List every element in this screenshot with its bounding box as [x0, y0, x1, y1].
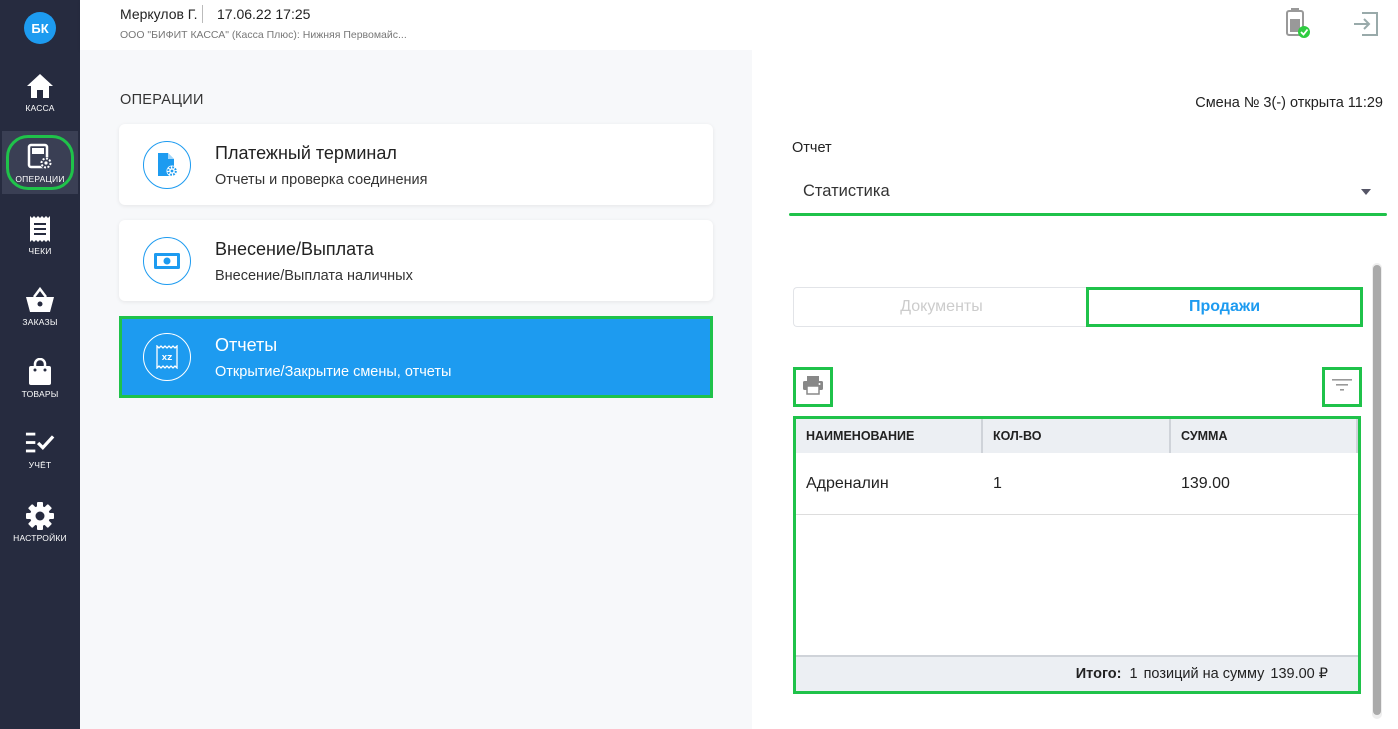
operation-card-cash-in-out[interactable]: Внесение/Выплата Внесение/Выплата наличн…	[119, 220, 713, 301]
operations-panel: ОПЕРАЦИИ Платежный терминал Отчеты и про…	[80, 50, 752, 729]
tab-sales[interactable]: Продажи	[1086, 287, 1363, 327]
header-datetime: 17.06.22 17:25	[217, 6, 311, 22]
sidebar-item-kassa[interactable]: КАССА	[0, 60, 80, 124]
operation-card-title: Платежный терминал	[215, 143, 397, 163]
cash-icon	[143, 237, 191, 285]
cell-qty: 1	[993, 475, 1002, 492]
checklist-icon	[25, 428, 55, 458]
svg-text:XZ: XZ	[162, 354, 172, 362]
basket-icon	[25, 285, 55, 315]
tab-documents[interactable]: Документы	[793, 287, 1089, 327]
filter-button[interactable]	[1322, 367, 1362, 407]
total-amount: 139.00 ₽	[1270, 666, 1328, 682]
logout-icon[interactable]	[1352, 10, 1380, 38]
printer-icon	[802, 375, 824, 400]
operations-title: ОПЕРАЦИИ	[120, 92, 204, 108]
xz-report-icon: XZ	[143, 333, 191, 381]
sidebar-item-accounting[interactable]: УЧЁТ	[0, 417, 80, 481]
column-header-sum[interactable]: СУММА	[1171, 419, 1358, 453]
sidebar-item-label: НАСТРОЙКИ	[13, 533, 67, 543]
report-type-value: Статистика	[803, 182, 890, 200]
top-header: Меркулов Г. 17.06.22 17:25 ООО "БИФИТ КА…	[80, 0, 1398, 50]
sidebar: БК КАССА ОПЕРАЦИИ ЧЕКИ ЗАКАЗЫ ТОВАРЫ УЧЁ…	[0, 0, 80, 729]
print-button[interactable]	[793, 367, 833, 407]
operation-card-subtitle: Внесение/Выплата наличных	[215, 268, 413, 284]
receipt-icon	[25, 214, 55, 244]
sidebar-item-label: ЗАКАЗЫ	[22, 317, 58, 327]
operation-card-title: Внесение/Выплата	[215, 239, 374, 259]
sales-table: НАИМЕНОВАНИЕ КОЛ-ВО СУММА Адреналин 1 13…	[793, 416, 1361, 694]
sidebar-item-receipts[interactable]: ЧЕКИ	[0, 203, 80, 267]
column-header-name[interactable]: НАИМЕНОВАНИЕ	[796, 419, 983, 453]
cell-name: Адреналин	[806, 475, 889, 492]
scrollbar[interactable]	[1372, 263, 1382, 719]
sidebar-item-label: КАССА	[25, 103, 55, 113]
sidebar-item-orders[interactable]: ЗАКАЗЫ	[0, 274, 80, 338]
sidebar-item-settings[interactable]: НАСТРОЙКИ	[0, 490, 80, 554]
scrollbar-thumb[interactable]	[1373, 265, 1381, 715]
shift-status: Смена № 3(-) открыта 11:29	[1195, 95, 1383, 111]
sidebar-item-label: ЧЕКИ	[28, 246, 52, 256]
sidebar-item-goods[interactable]: ТОВАРЫ	[0, 346, 80, 410]
report-type-select[interactable]: Статистика	[789, 168, 1387, 216]
report-label: Отчет	[792, 140, 832, 156]
sidebar-item-label: УЧЁТ	[28, 460, 52, 470]
organization-name: ООО "БИФИТ КАССА" (Касса Плюс): Нижняя П…	[120, 29, 407, 41]
battery-status-icon[interactable]	[1285, 7, 1311, 39]
sidebar-item-label: ТОВАРЫ	[21, 389, 59, 399]
sidebar-item-label: ОПЕРАЦИИ	[15, 173, 65, 184]
filter-icon	[1332, 378, 1352, 397]
operation-card-title: Отчеты	[215, 335, 278, 355]
bag-icon	[25, 357, 55, 387]
report-panel: Смена № 3(-) открыта 11:29 Отчет Статист…	[752, 50, 1398, 729]
sidebar-item-operations[interactable]: ОПЕРАЦИИ	[2, 131, 78, 194]
avatar[interactable]: БК	[24, 12, 56, 44]
column-header-qty[interactable]: КОЛ-ВО	[983, 419, 1171, 453]
operation-card-payment-terminal[interactable]: Платежный терминал Отчеты и проверка сое…	[119, 124, 713, 205]
operation-card-subtitle: Отчеты и проверка соединения	[215, 172, 428, 188]
total-label: Итого:	[1075, 666, 1122, 682]
header-divider	[202, 5, 203, 23]
chevron-down-icon	[1361, 189, 1371, 195]
operations-icon	[25, 142, 55, 172]
cell-sum: 139.00	[1181, 475, 1230, 492]
operation-card-subtitle: Открытие/Закрытие смены, отчеты	[215, 364, 452, 380]
table-row[interactable]: Адреналин 1 139.00	[796, 453, 1358, 515]
user-name: Меркулов Г.	[120, 6, 198, 22]
operation-card-reports[interactable]: XZ Отчеты Открытие/Закрытие смены, отчет…	[119, 316, 713, 398]
table-footer: Итого: 1 позиций на сумму 139.00 ₽	[796, 655, 1358, 691]
home-icon	[25, 71, 55, 101]
table-header: НАИМЕНОВАНИЕ КОЛ-ВО СУММА	[796, 419, 1358, 453]
select-underline	[789, 213, 1387, 216]
total-text: позиций на сумму	[1143, 666, 1265, 682]
payment-terminal-icon	[143, 141, 191, 189]
total-count: 1	[1129, 666, 1138, 682]
gear-icon	[25, 501, 55, 531]
